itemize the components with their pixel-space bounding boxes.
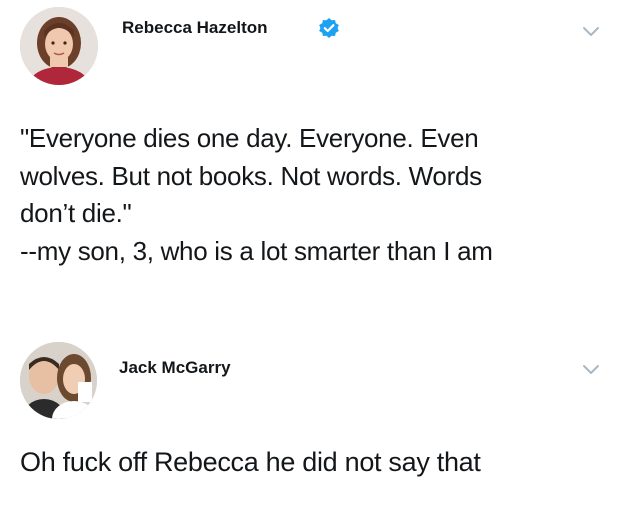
tweet-text: Oh fuck off Rebecca he did not say that [20, 444, 610, 482]
tweet-text-line: wolves. But not books. Not words. Words [20, 160, 482, 191]
chevron-down-icon[interactable] [582, 26, 600, 38]
chevron-down-icon[interactable] [582, 364, 600, 376]
tweet-text-line: --my son, 3, who is a lot smarter than I… [20, 235, 493, 266]
verified-badge-icon [319, 18, 339, 38]
avatar-photo [20, 342, 97, 419]
tweet-text-line: don’t die." [20, 198, 132, 228]
tweet-jack[interactable]: Jack McGarry Oh fuck off Rebecca he did … [0, 320, 618, 505]
tweet-text-line: "Everyone dies one day. Everyone. Even [20, 123, 479, 153]
author-name[interactable]: Rebecca Hazelton [122, 18, 268, 38]
author-avatar[interactable] [20, 342, 97, 419]
tweet-rebecca[interactable]: Rebecca Hazelton "Everyone dies one day.… [0, 0, 618, 320]
tweet-text: "Everyone dies one day. Everyone. Even w… [20, 120, 610, 270]
avatar-photo [20, 7, 98, 85]
author-name[interactable]: Jack McGarry [119, 358, 231, 378]
author-avatar[interactable] [20, 7, 98, 85]
tweet-text-line: Oh fuck off Rebecca he did not say that [20, 447, 481, 477]
